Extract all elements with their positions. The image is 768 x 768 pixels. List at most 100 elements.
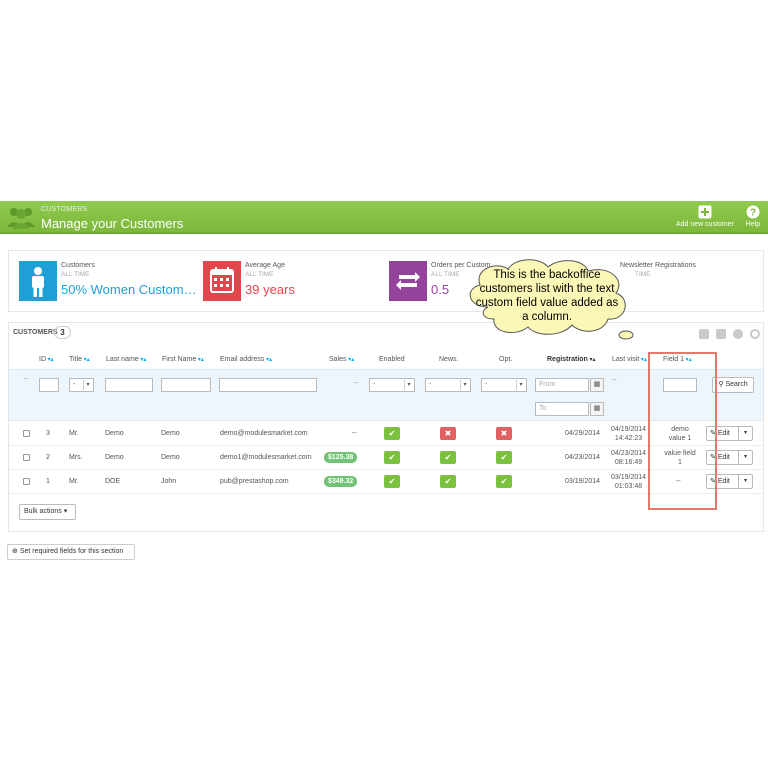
- add-new-customer-button[interactable]: Add new customer: [672, 205, 738, 228]
- breadcrumb[interactable]: CUSTOMERS: [41, 206, 87, 213]
- bulk-actions-label: Bulk actions: [24, 508, 62, 515]
- column-last-visit[interactable]: Last visit ▾▴: [612, 356, 647, 363]
- filter-registration-to-input[interactable]: To: [535, 402, 589, 416]
- sort-icon[interactable]: ▾▴: [588, 357, 596, 363]
- set-required-fields-label: Set required fields for this section: [19, 548, 124, 555]
- cell-email: pub@prestashop.com: [220, 478, 289, 485]
- column-title[interactable]: Title ▾▴: [69, 356, 90, 363]
- caret-down-icon[interactable]: ▾: [738, 475, 752, 488]
- cell-title: Mr.: [69, 478, 79, 485]
- caret-down-icon: ▾: [83, 380, 92, 390]
- calendar-to-icon[interactable]: ▦: [590, 402, 604, 416]
- cell-id: 3: [46, 430, 50, 437]
- row-checkbox[interactable]: [23, 454, 30, 461]
- help-button[interactable]: ? Help: [741, 205, 765, 228]
- cloud-icon[interactable]: [733, 329, 743, 339]
- plus-circle-icon: ⊕: [12, 548, 20, 555]
- column-sales[interactable]: Sales ▾▴: [329, 356, 354, 363]
- column-title-label: Title: [69, 356, 82, 363]
- page-title: Manage your Customers: [41, 216, 184, 231]
- cell-registration: 03/19/2014: [565, 478, 601, 485]
- column-opt: Opt.: [499, 356, 513, 363]
- cell-title: Mr.: [69, 430, 79, 437]
- cell-last-name: Demo: [105, 430, 124, 437]
- filter-first-name-input[interactable]: [161, 378, 211, 392]
- caret-down-icon[interactable]: ▾: [738, 427, 752, 440]
- cell-registration: 04/23/2014: [565, 454, 601, 461]
- row-checkbox[interactable]: [23, 478, 30, 485]
- sort-icon[interactable]: ▾▴: [639, 357, 647, 363]
- export-icon[interactable]: [716, 329, 726, 339]
- filter-last-visit-dash: --: [612, 377, 617, 384]
- column-last-name-label: Last name: [106, 356, 139, 363]
- sort-icon[interactable]: ▾▴: [46, 357, 54, 363]
- callout-text: This is the backoffice customers list wi…: [475, 269, 619, 323]
- caret-down-icon[interactable]: ▾: [738, 451, 752, 464]
- caret-down-icon: ▾: [61, 508, 68, 515]
- filter-id-input[interactable]: [39, 378, 59, 392]
- kpi-value: 50% Women Custom…: [61, 282, 197, 297]
- kpi-customers[interactable]: Customers ALL TIME 50% Women Custom…: [19, 261, 204, 303]
- search-label: Search: [725, 381, 748, 388]
- sort-icon[interactable]: ▾▴: [139, 357, 146, 363]
- add-icon[interactable]: [699, 329, 709, 339]
- filter-last-name-input[interactable]: [105, 378, 153, 392]
- sort-icon[interactable]: ▾▴: [264, 357, 272, 363]
- column-sales-label: Sales: [329, 356, 347, 363]
- filter-news-select[interactable]: - ▾: [425, 378, 471, 392]
- kpi-value: 0.5: [431, 282, 450, 297]
- last-visit-time: 08:16:49: [614, 459, 643, 466]
- kpi-bar: Customers ALL TIME 50% Women Custom… Ave…: [8, 250, 764, 312]
- kpi-average-age[interactable]: Average Age ALL TIME 39 years: [203, 261, 383, 303]
- column-id-label: ID: [39, 356, 46, 363]
- filter-email-input[interactable]: [219, 378, 317, 392]
- last-visit-date: 04/19/2014: [611, 426, 647, 433]
- column-registration[interactable]: Registration ▾▴: [547, 356, 596, 363]
- add-new-customer-label: Add new customer: [676, 221, 734, 228]
- kpi-sub: ALL TIME: [61, 271, 90, 278]
- set-required-fields-button[interactable]: ⊕ Set required fields for this section: [7, 544, 135, 560]
- last-visit-date: 04/23/2014: [611, 450, 647, 457]
- column-id[interactable]: ID ▾▴: [39, 356, 54, 363]
- column-last-name[interactable]: Last name ▾▴: [106, 356, 146, 363]
- opt-cross-icon[interactable]: ✖: [496, 427, 512, 440]
- help-label: Help: [745, 221, 761, 228]
- opt-check-icon[interactable]: ✔: [496, 475, 512, 488]
- column-email-label: Email address: [220, 356, 265, 363]
- enabled-check-icon[interactable]: ✔: [384, 475, 400, 488]
- sort-icon[interactable]: ▾▴: [82, 357, 90, 363]
- bulk-actions-button[interactable]: Bulk actions ▾: [19, 504, 76, 520]
- filter-enabled-select[interactable]: - ▾: [369, 378, 415, 392]
- news-check-icon[interactable]: ✔: [440, 451, 456, 464]
- person-icon: [19, 261, 57, 301]
- filter-registration-from-input[interactable]: From: [535, 378, 589, 392]
- enabled-check-icon[interactable]: ✔: [384, 427, 400, 440]
- cell-registration: 04/29/2014: [565, 430, 601, 437]
- help-icon: ?: [746, 205, 760, 219]
- caret-down-icon: ▾: [460, 380, 469, 390]
- news-cross-icon[interactable]: ✖: [440, 427, 456, 440]
- kpi-label: Customers: [61, 262, 95, 269]
- filter-sales-dash: --: [354, 380, 359, 387]
- field-1-highlight-box: [648, 352, 717, 510]
- opt-check-icon[interactable]: ✔: [496, 451, 512, 464]
- search-button[interactable]: ⚲ Search: [712, 377, 754, 393]
- news-check-icon[interactable]: ✔: [440, 475, 456, 488]
- cell-last-name: DOE: [105, 478, 121, 485]
- column-email[interactable]: Email address ▾▴: [220, 356, 272, 363]
- column-first-name[interactable]: First Name ▾▴: [162, 356, 204, 363]
- calendar-from-icon[interactable]: ▦: [590, 378, 604, 392]
- cell-first-name: John: [161, 478, 177, 485]
- sort-icon[interactable]: ▾▴: [196, 357, 204, 363]
- cell-last-visit: 04/19/2014 14:42:23: [611, 425, 646, 443]
- filter-opt-select[interactable]: - ▾: [481, 378, 527, 392]
- last-visit-time: 14:42:23: [614, 435, 643, 442]
- column-news: News.: [439, 356, 459, 363]
- enabled-check-icon[interactable]: ✔: [384, 451, 400, 464]
- row-checkbox[interactable]: [23, 430, 30, 437]
- filter-title-select[interactable]: - ▾: [69, 378, 94, 392]
- column-registration-label: Registration: [547, 356, 588, 363]
- refresh-list-icon[interactable]: [750, 329, 760, 339]
- sort-icon[interactable]: ▾▴: [347, 357, 354, 363]
- panel-title: CUSTOMERS: [13, 329, 58, 336]
